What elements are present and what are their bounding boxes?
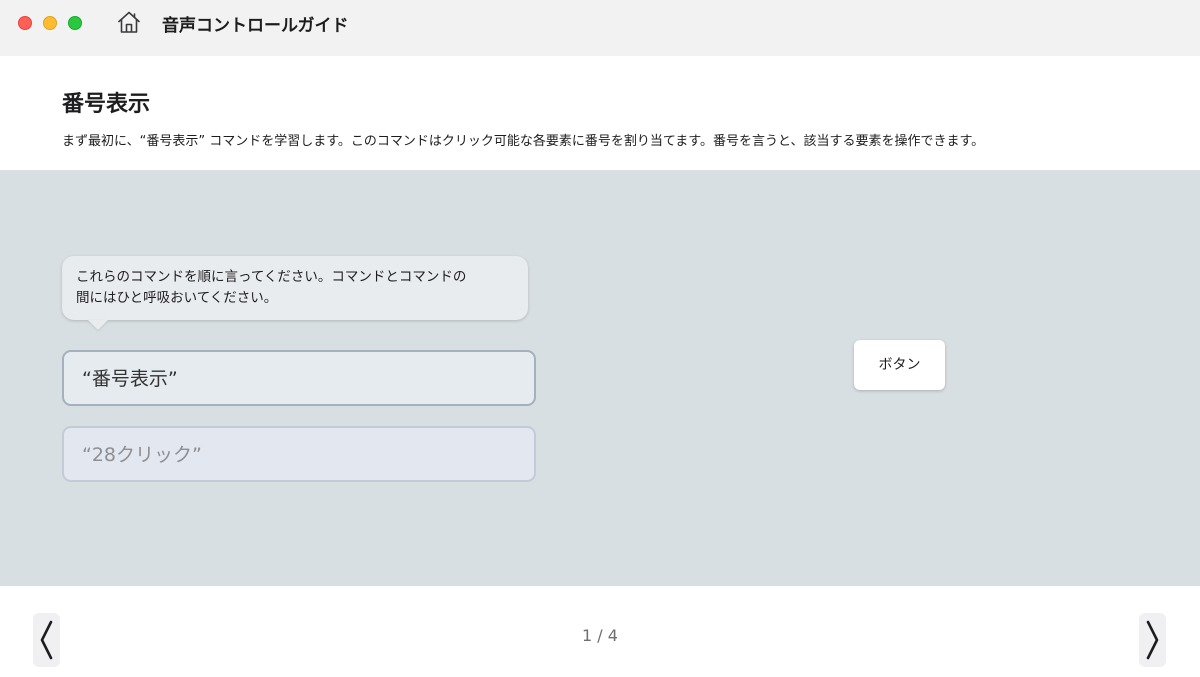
instruction-line-1: これらのコマンドを順に言ってください。コマンドとコマンドの [76,269,467,285]
page-indicator: 1 / 4 [582,626,618,645]
next-page-button[interactable] [1139,613,1166,667]
instruction-line-2: 間にはひと呼吸おいてください。 [76,290,278,306]
page-header: 番号表示 まず最初に、“番号表示” コマンドを学習します。このコマンドはクリック… [0,56,1200,170]
title-bar: 音声コントロールガイド [0,0,1200,56]
footer-navigation: 1 / 4 [0,586,1200,677]
home-icon[interactable] [116,9,142,35]
voice-control-guide-window: 音声コントロールガイド 番号表示 まず最初に、“番号表示” コマンドを学習します… [0,0,1200,677]
page-description: まず最初に、“番号表示” コマンドを学習します。このコマンドはクリック可能な各要… [62,134,985,149]
command-click-28: “28クリック” [62,426,536,482]
page-title: 番号表示 [62,92,151,117]
command-show-numbers: “番号表示” [62,350,536,406]
app-title: 音声コントロールガイド [162,16,349,36]
close-button[interactable] [18,16,32,30]
instruction-tooltip: これらのコマンドを順に言ってください。コマンドとコマンドの 間にはひと呼吸おいて… [62,256,528,320]
tooltip-pointer [88,320,108,330]
practice-panel: これらのコマンドを順に言ってください。コマンドとコマンドの 間にはひと呼吸おいて… [0,170,1200,586]
minimize-button[interactable] [43,16,57,30]
zoom-button[interactable] [68,16,82,30]
demo-button[interactable]: ボタン [854,340,945,390]
chevron-right-icon [1146,620,1159,660]
